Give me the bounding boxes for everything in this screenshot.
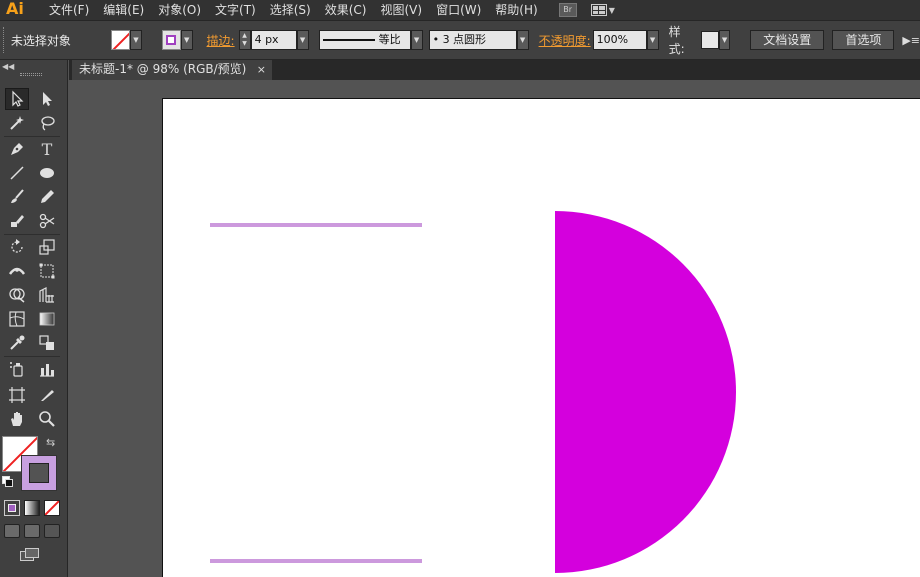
pen-tool-icon[interactable] [5,138,29,160]
control-bar-grip[interactable] [3,27,7,53]
profile-field[interactable]: 等比 [318,30,411,50]
opacity-control: 不透明度: 100% ▼ [539,30,659,50]
stroke-color-swatch[interactable] [161,30,181,50]
lasso-tool-icon[interactable] [35,112,59,134]
menu-edit[interactable]: 编辑(E) [96,0,151,20]
eyedropper-tool-icon[interactable] [5,332,29,354]
menu-effect[interactable]: 效果(C) [318,0,374,20]
fill-stroke-widget: ⇆ [2,436,60,492]
scissors-tool-icon[interactable] [35,210,59,232]
screen-mode-icon[interactable] [20,548,42,562]
stroke-dropdown-button[interactable]: ▼ [180,30,193,50]
stroke-swatch-inner [29,463,49,483]
opacity-field[interactable]: 100% [592,30,647,50]
gradient-mode-icon[interactable] [24,500,40,516]
mesh-tool-icon[interactable] [5,308,29,330]
menu-type[interactable]: 文字(T) [208,0,263,20]
selection-tool-icon[interactable] [5,88,29,110]
bridge-button[interactable]: Br [558,3,577,17]
style-label: 样式: [668,25,685,56]
swap-fill-stroke-icon[interactable]: ⇆ [46,436,55,449]
blob-brush-tool-icon[interactable] [5,210,29,232]
pencil-tool-icon[interactable] [35,186,59,208]
symbol-sprayer-tool-icon[interactable] [5,358,29,380]
brush-field[interactable]: • 3 点圆形 [428,30,517,50]
default-colors-icon[interactable] [2,476,14,488]
stroke-weight-dropdown[interactable]: ▼ [296,30,309,50]
ellipse-tool-icon[interactable] [35,162,59,184]
line-segment-tool-icon[interactable] [5,162,29,184]
stroke-color-icon [166,35,177,45]
menu-help[interactable]: 帮助(H) [488,0,544,20]
tools-panel: ◀◀ T ⇆ [0,60,68,577]
menu-bar: Ai 文件(F) 编辑(E) 对象(O) 文字(T) 选择(S) 效果(C) 视… [0,0,920,20]
draw-normal-icon[interactable] [4,524,20,538]
opacity-dropdown[interactable]: ▼ [646,30,659,50]
brush-dropdown[interactable]: ▼ [516,30,529,50]
panel-menu-icon[interactable]: ▶≡ [902,34,920,47]
menu-select[interactable]: 选择(S) [263,0,318,20]
scale-tool-icon[interactable] [35,236,59,258]
variable-width-profile: 等比 ▼ [318,30,423,50]
direct-selection-tool-icon[interactable] [35,88,59,110]
draw-behind-icon[interactable] [24,524,40,538]
paintbrush-tool-icon[interactable] [5,186,29,208]
app-logo: Ai [6,0,24,18]
preferences-button[interactable]: 首选项 [832,30,895,50]
document-setup-button[interactable]: 文档设置 [750,30,825,50]
menu-window[interactable]: 窗口(W) [429,0,488,20]
toolbox-grip[interactable] [20,73,42,76]
document-tab-title: 未标题-1* @ 98% (RGB/预览) [79,62,247,76]
stroke-swatch[interactable] [21,455,57,491]
width-tool-icon[interactable] [5,260,29,282]
profile-line-icon [322,39,375,41]
free-transform-tool-icon[interactable] [35,260,59,282]
stroke-weight-stepper[interactable]: ▲ ▼ [238,30,251,50]
brush-definition: • 3 点圆形 ▼ [428,30,529,50]
artboard-tool-icon[interactable] [5,384,29,406]
hand-tool-icon[interactable] [5,408,29,430]
fill-color-swatch[interactable] [111,30,131,50]
artwork [210,211,736,573]
selection-status: 未选择对象 [10,33,71,48]
style-swatch[interactable] [701,31,719,49]
none-mode-icon[interactable] [44,500,60,516]
type-tool-icon[interactable]: T [35,138,59,160]
artboard[interactable] [162,98,920,577]
color-mode-icon[interactable] [4,500,20,516]
rotate-tool-icon[interactable] [5,236,29,258]
fill-dropdown-button[interactable]: ▼ [130,30,142,50]
close-icon[interactable]: × [257,60,266,79]
profile-label: 等比 [378,33,401,46]
shape-builder-tool-icon[interactable] [5,284,29,306]
arrange-documents-button[interactable]: ▼ [590,4,615,16]
slice-tool-icon[interactable] [35,384,59,406]
blend-tool-icon[interactable] [35,332,59,354]
menu-view[interactable]: 视图(V) [373,0,429,20]
control-bar: 未选择对象 ▼ ▼ 描边: ▲ ▼ 4 px ▼ 等比 ▼ • 3 点圆形 ▼ 不… [0,20,920,60]
type-tool-glyph: T [41,139,53,159]
column-graph-tool-icon[interactable] [35,358,59,380]
arrange-documents-icon [590,4,607,16]
profile-dropdown[interactable]: ▼ [410,30,423,50]
stroke-label[interactable]: 描边: [207,32,235,49]
perspective-grid-tool-icon[interactable] [35,284,59,306]
menu-file[interactable]: 文件(F) [42,0,96,20]
menu-object[interactable]: 对象(O) [151,0,208,20]
chevron-down-icon: ▼ [608,5,615,15]
stroke-weight-field[interactable]: 4 px [250,30,297,50]
document-tab-bar: 未标题-1* @ 98% (RGB/预览) × [69,60,920,80]
semicircle-shape[interactable] [555,211,736,573]
magic-wand-tool-icon[interactable] [5,112,29,134]
style-dropdown[interactable]: ▼ [718,30,731,50]
draw-inside-icon[interactable] [44,524,60,538]
collapse-icon[interactable]: ◀◀ [2,62,14,71]
document-tab[interactable]: 未标题-1* @ 98% (RGB/预览) × [72,60,272,80]
stroke-weight-control: ▲ ▼ 4 px ▼ [238,30,309,50]
zoom-tool-icon[interactable] [35,408,59,430]
canvas-area[interactable] [69,80,920,577]
opacity-label[interactable]: 不透明度: [539,32,591,49]
gradient-tool-icon[interactable] [35,308,59,330]
